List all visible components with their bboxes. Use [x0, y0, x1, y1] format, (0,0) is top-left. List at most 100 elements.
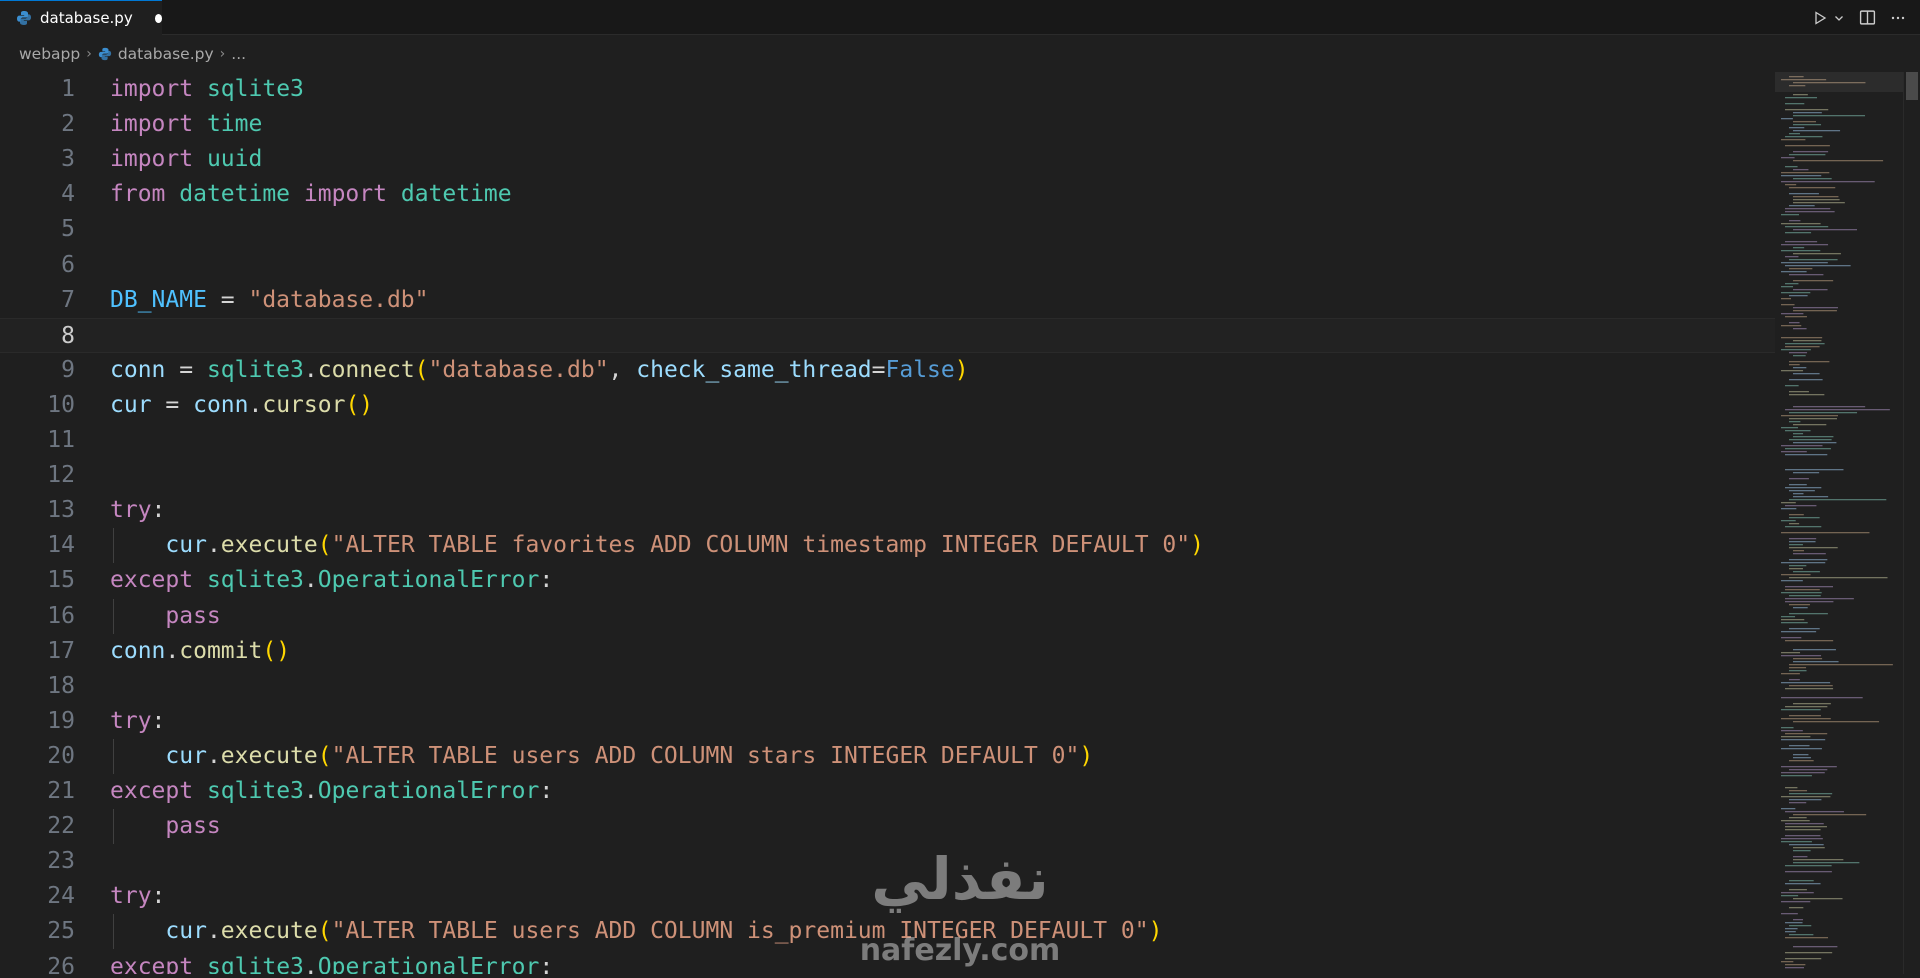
- code-line[interactable]: 16 pass: [0, 599, 1775, 634]
- minimap-line: [1785, 871, 1832, 873]
- code-token: sqlite3: [206, 357, 304, 383]
- minimap-line: [1785, 430, 1811, 432]
- code-line[interactable]: 2 import time: [0, 107, 1775, 142]
- code-line[interactable]: 24 try:: [0, 879, 1775, 914]
- code-token: "database.db": [428, 357, 609, 383]
- code-line[interactable]: 12: [0, 458, 1775, 493]
- code-text: import time: [110, 107, 262, 142]
- minimap-line: [1789, 379, 1823, 381]
- code-text: try:: [110, 879, 165, 914]
- minimap-line: [1793, 373, 1820, 375]
- breadcrumb-symbol[interactable]: ...: [231, 45, 246, 63]
- code-line[interactable]: 11: [0, 423, 1775, 458]
- minimap-line: [1781, 820, 1810, 822]
- code-text: except sqlite3.OperationalError:: [110, 563, 553, 598]
- code-line[interactable]: 13 try:: [0, 493, 1775, 528]
- code-line[interactable]: 3 import uuid: [0, 142, 1775, 177]
- minimap-line: [1793, 160, 1884, 162]
- code-line[interactable]: 17 conn.commit(): [0, 634, 1775, 669]
- minimap-line: [1781, 415, 1839, 417]
- minimap-line: [1793, 814, 1867, 816]
- minimap-line: [1793, 355, 1806, 357]
- code-text: conn = sqlite3.connect("database.db", ch…: [110, 353, 969, 388]
- code-line[interactable]: 23: [0, 844, 1775, 879]
- minimap-line: [1785, 922, 1803, 924]
- code-line[interactable]: 22 pass: [0, 809, 1775, 844]
- minimap-line: [1785, 937, 1829, 939]
- minimap-line: [1781, 349, 1811, 351]
- code-line[interactable]: 19 try:: [0, 704, 1775, 739]
- vertical-scrollbar[interactable]: [1903, 72, 1920, 974]
- minimap-line: [1789, 595, 1821, 597]
- code-line[interactable]: 21 except sqlite3.OperationalError:: [0, 774, 1775, 809]
- minimap-line: [1785, 865, 1832, 867]
- minimap-line: [1781, 796, 1831, 798]
- minimap-line: [1793, 406, 1866, 408]
- minimap-line: [1781, 775, 1812, 777]
- code-line[interactable]: 20 cur.execute("ALTER TABLE users ADD CO…: [0, 739, 1775, 774]
- code-line[interactable]: 25 cur.execute("ALTER TABLE users ADD CO…: [0, 914, 1775, 949]
- code-line[interactable]: 26 except sqlite3.OperationalError:: [0, 950, 1775, 974]
- code-token: import: [110, 111, 194, 137]
- minimap-line: [1785, 958, 1822, 960]
- tab-database-py[interactable]: database.py: [0, 0, 162, 35]
- scrollbar-thumb[interactable]: [1906, 72, 1918, 100]
- code-line[interactable]: 15 except sqlite3.OperationalError:: [0, 563, 1775, 598]
- minimap-line: [1781, 892, 1814, 894]
- minimap-line: [1789, 259, 1838, 261]
- minimap-line: [1781, 250, 1821, 252]
- code-token: :: [539, 778, 554, 804]
- minimap-line: [1789, 889, 1807, 891]
- code-line[interactable]: 14 cur.execute("ALTER TABLE favorites AD…: [0, 528, 1775, 563]
- minimap-line: [1781, 298, 1792, 300]
- minimap-line: [1793, 859, 1844, 861]
- minimap-line: [1789, 817, 1807, 819]
- line-number: 12: [47, 462, 75, 488]
- code-line[interactable]: 9 conn = sqlite3.connect("database.db", c…: [0, 353, 1775, 388]
- minimap-line: [1785, 829, 1821, 831]
- more-actions-button[interactable]: [1890, 10, 1906, 26]
- code-line[interactable]: 18: [0, 669, 1775, 704]
- minimap-line: [1793, 472, 1820, 474]
- minimap-line: [1793, 424, 1827, 426]
- unsaved-indicator[interactable]: [154, 13, 162, 23]
- code-line[interactable]: 4 from datetime import datetime: [0, 177, 1775, 212]
- minimap-line: [1781, 502, 1796, 504]
- line-number: 17: [47, 638, 75, 664]
- code-line[interactable]: 5: [0, 212, 1775, 247]
- minimap[interactable]: [1775, 72, 1905, 974]
- minimap-line: [1793, 340, 1822, 342]
- code-token: from: [110, 181, 166, 207]
- code-token: (: [317, 532, 332, 558]
- breadcrumb-file[interactable]: database.py: [98, 45, 214, 63]
- breadcrumb-file-label: database.py: [117, 45, 214, 63]
- minimap-line: [1785, 265, 1851, 267]
- code-editor[interactable]: 1 import sqlite3 2 import time 3 import uuid 4…: [0, 72, 1775, 974]
- run-button[interactable]: [1812, 10, 1845, 26]
- code-token: except: [110, 954, 194, 974]
- code-token: OperationalError: [317, 567, 540, 593]
- minimap-line: [1785, 487, 1822, 489]
- split-editor-button[interactable]: [1859, 9, 1876, 26]
- code-token: "ALTER TABLE favorites ADD COLUMN timest…: [331, 532, 1191, 558]
- code-token: :: [539, 954, 554, 974]
- code-token: conn: [110, 357, 166, 383]
- code-line[interactable]: 7 DB_NAME = "database.db": [0, 283, 1775, 318]
- code-line[interactable]: 6: [0, 248, 1775, 283]
- minimap-viewport: [1775, 72, 1905, 92]
- breadcrumb-folder[interactable]: webapp: [19, 45, 80, 63]
- minimap-line: [1781, 631, 1817, 633]
- code-line[interactable]: 10 cur = conn.cursor(): [0, 388, 1775, 423]
- code-line[interactable]: 1 import sqlite3: [0, 72, 1775, 107]
- code-token: False: [885, 357, 955, 383]
- run-icon: [1815, 10, 1827, 25]
- minimap-line: [1781, 895, 1799, 897]
- minimap-line: [1789, 613, 1828, 615]
- minimap-line: [1789, 322, 1800, 324]
- line-number: 11: [47, 427, 75, 453]
- code-line[interactable]: 8: [0, 318, 1775, 353]
